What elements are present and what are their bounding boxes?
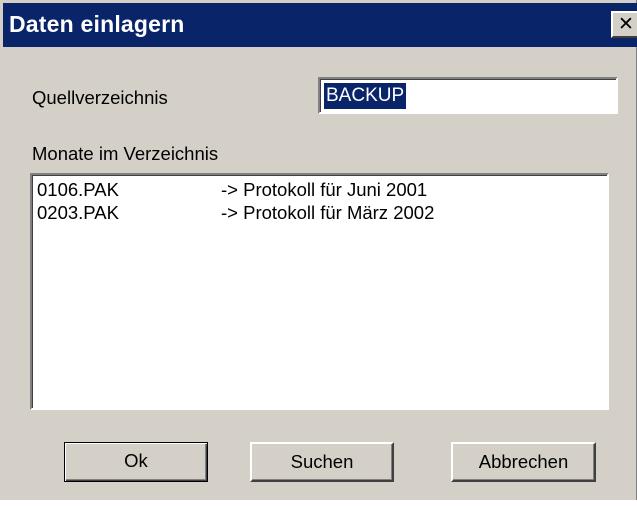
months-label: Monate im Verzeichnis: [32, 143, 219, 164]
ok-button[interactable]: Ok: [64, 442, 208, 482]
cancel-button-label: Abbrechen: [478, 451, 569, 472]
source-directory-label: Quellverzeichnis: [32, 87, 168, 108]
source-directory-input[interactable]: BACKUP: [318, 77, 618, 114]
list-item-file: 0203.PAK: [37, 202, 119, 223]
ok-button-label: Ok: [124, 450, 148, 471]
search-button[interactable]: Suchen: [250, 442, 394, 482]
dialog-title: Daten einlagern: [9, 11, 185, 37]
months-listbox[interactable]: 0106.PAK -> Protokoll für Juni 2001 0203…: [30, 173, 609, 410]
source-directory-value: BACKUP: [324, 83, 407, 109]
list-item-file: 0106.PAK: [37, 179, 119, 200]
dialog-window: Daten einlagern ✕ Quellverzeichnis BACKU…: [0, 0, 637, 500]
cancel-button[interactable]: Abbrechen: [451, 442, 596, 482]
list-item-description: -> Protokoll für März 2002: [221, 202, 435, 223]
list-item-description: -> Protokoll für Juni 2001: [221, 179, 428, 200]
close-button[interactable]: ✕: [611, 11, 637, 38]
list-item[interactable]: 0203.PAK -> Protokoll für März 2002: [37, 202, 597, 224]
list-item[interactable]: 0106.PAK -> Protokoll für Juni 2001: [37, 179, 597, 201]
search-button-label: Suchen: [290, 451, 354, 472]
close-icon: ✕: [618, 13, 634, 35]
title-bar[interactable]: Daten einlagern ✕: [3, 3, 637, 47]
